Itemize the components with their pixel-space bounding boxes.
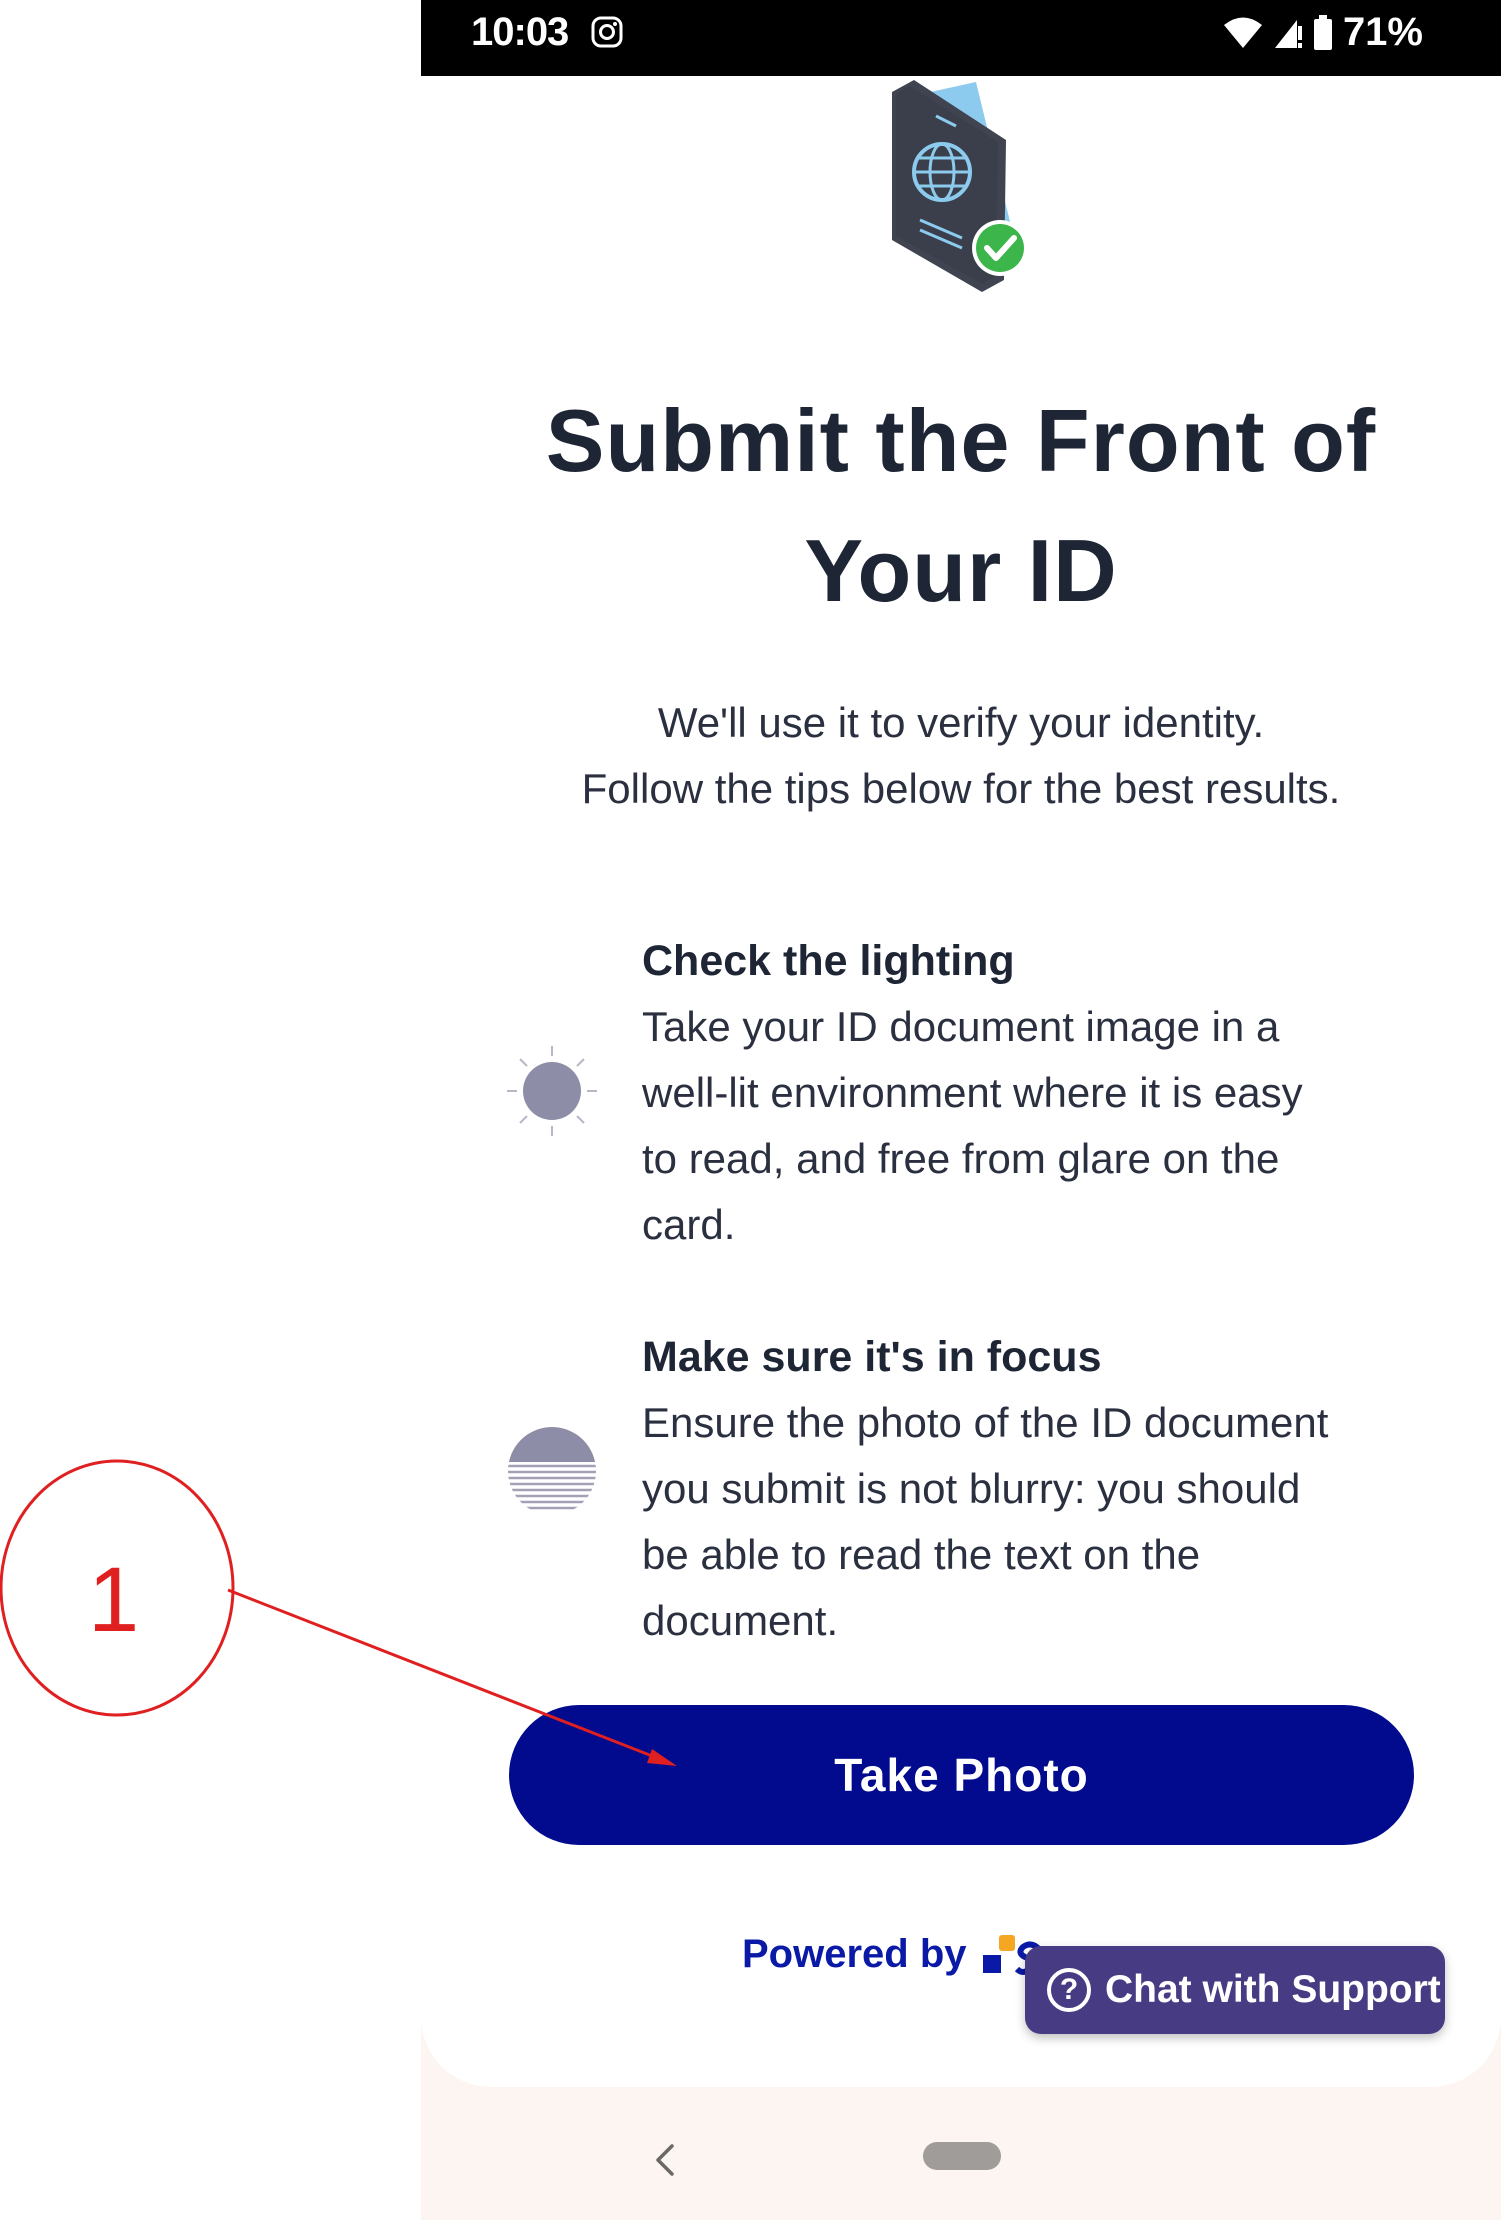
passport-check-icon [892, 80, 1028, 292]
tip-lighting-body: Take your ID document image in a well-li… [642, 994, 1422, 1258]
verification-card: Submit the Front of Your ID We'll use it… [421, 76, 1501, 2087]
tip-focus-title: Make sure it's in focus [642, 1333, 1102, 1381]
help-icon: ? [1047, 1968, 1091, 2012]
battery-percentage: 71% [1342, 10, 1423, 54]
status-time: 10:03 [471, 10, 569, 54]
annotation-label: 1 [88, 1549, 140, 1651]
tip-focus-line2: you submit is not blurry: you should [642, 1465, 1301, 1512]
tip-focus-body: Ensure the photo of the ID document you … [642, 1390, 1422, 1654]
status-bar: 10:03 71% [421, 0, 1501, 76]
blur-icon [508, 1427, 596, 1510]
take-photo-button[interactable]: Take Photo [509, 1705, 1414, 1845]
tip-lighting-line2: well-lit environment where it is easy [642, 1069, 1303, 1116]
instagram-icon [591, 16, 623, 48]
home-pill[interactable] [923, 2142, 1001, 2170]
tip-lighting-line1: Take your ID document image in a [642, 1003, 1280, 1050]
page-title: Submit the Front of Your ID [481, 376, 1441, 636]
tip-focus-line1: Ensure the photo of the ID document [642, 1399, 1329, 1446]
subtitle-line2: Follow the tips below for the best resul… [581, 765, 1341, 812]
status-icons: 71% [1223, 10, 1423, 55]
tip-focus-line3: be able to read the text on the [642, 1531, 1201, 1578]
page-title-line2: Your ID [804, 521, 1118, 620]
phone-screen: 10:03 71% Submit the Front of Your ID We… [421, 0, 1501, 2220]
tip-focus-line4: document. [642, 1597, 839, 1644]
battery-icon [1313, 14, 1332, 50]
sun-icon [507, 1046, 597, 1136]
tip-lighting-line3: to read, and free from glare on the [642, 1135, 1280, 1182]
wifi-icon [1223, 17, 1262, 48]
powered-by-label: Powered by [742, 1932, 967, 1976]
chat-with-support-button[interactable]: ? Chat with Support [1025, 1946, 1445, 2034]
tip-lighting-title: Check the lighting [642, 937, 1015, 985]
chat-with-support-label: Chat with Support [1105, 1968, 1441, 2011]
back-icon[interactable] [646, 2140, 686, 2180]
subtitle-line1: We'll use it to verify your identity. [657, 699, 1265, 746]
tip-lighting-line4: card. [642, 1201, 736, 1248]
tip-lighting-text: Check the lighting Take your ID document… [642, 928, 1422, 1258]
page-subtitle: We'll use it to verify your identity. Fo… [481, 690, 1441, 822]
signal-icon [1274, 19, 1302, 48]
tip-focus-text: Make sure it's in focus Ensure the photo… [642, 1324, 1422, 1654]
system-nav-bar [421, 2090, 1501, 2220]
powered-by: Powered by [742, 1932, 1043, 1977]
page-title-line1: Submit the Front of [545, 391, 1377, 490]
